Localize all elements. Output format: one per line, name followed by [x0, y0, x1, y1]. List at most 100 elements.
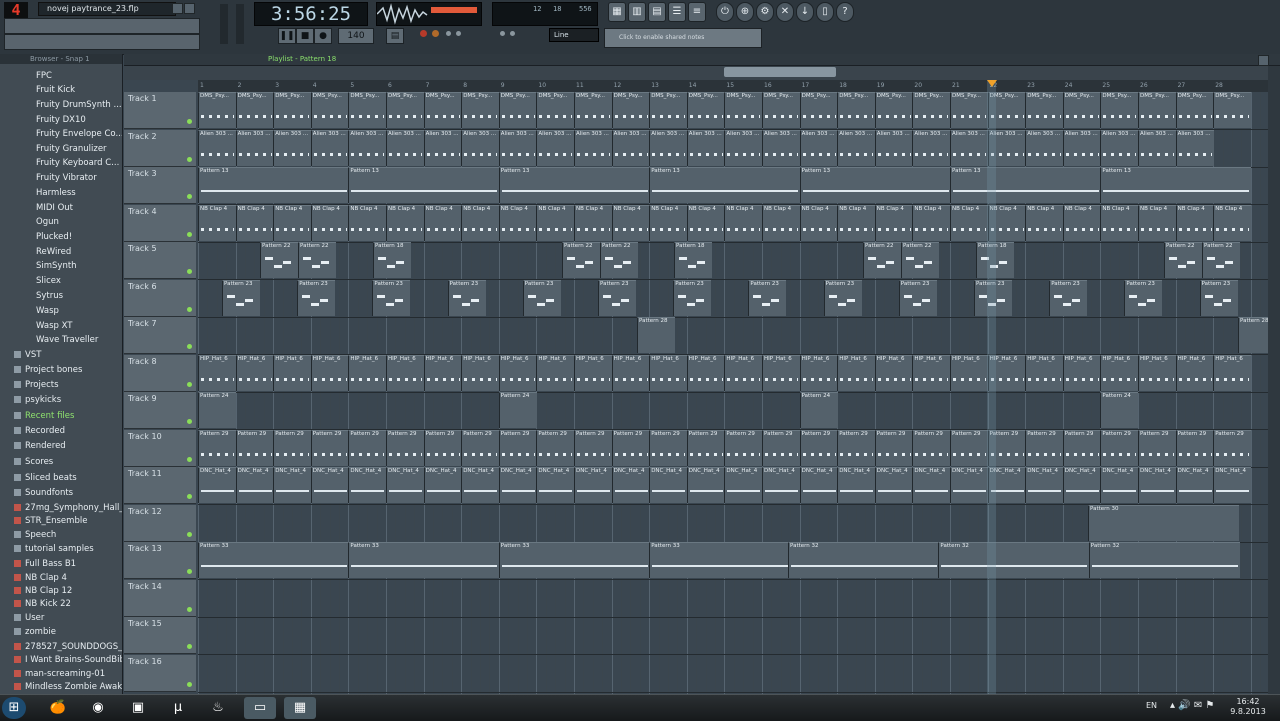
pattern-clip[interactable]: HIP_Hat_6 [273, 354, 312, 391]
browser-item[interactable]: Fruity Granulizer [32, 142, 122, 156]
metronome-led[interactable] [432, 30, 439, 37]
minimize-button[interactable] [172, 3, 183, 14]
pattern-clip[interactable]: NB Clap 4 [386, 204, 424, 241]
pattern-clip[interactable]: Pattern 29 [1062, 429, 1101, 466]
track-mute-led[interactable] [187, 606, 192, 612]
pattern-clip[interactable]: Pattern 13 [498, 167, 650, 203]
track-lane[interactable] [198, 580, 1268, 618]
blend-toggle[interactable] [500, 31, 505, 36]
track-mute-led[interactable] [187, 119, 192, 124]
snap-mode-select[interactable]: Line [549, 28, 599, 42]
pattern-clip[interactable]: Pattern 29 [423, 429, 462, 466]
pattern-clip[interactable]: NB Clap 4 [912, 204, 951, 241]
pattern-clip[interactable]: Alien 303 ... [461, 129, 500, 166]
pattern-number-display[interactable]: 4 [4, 2, 28, 18]
track-mute-led[interactable] [187, 306, 192, 312]
pattern-clip[interactable]: Pattern 29 [874, 429, 913, 466]
pattern-clip[interactable]: HIP_Hat_6 [574, 354, 612, 391]
browser-item[interactable]: zombie [14, 625, 122, 639]
track-header[interactable]: Track 13 [124, 542, 196, 579]
browser-item[interactable]: Fruity DrumSynth ... [32, 98, 122, 112]
song-time-display[interactable]: 3:56:25 [254, 2, 368, 26]
pattern-clip[interactable]: Pattern 29 [310, 429, 349, 466]
pattern-clip[interactable]: DMS_Psy... [649, 92, 688, 128]
shared-notes-panel[interactable]: Click to enable shared notes [604, 28, 762, 48]
pattern-clip[interactable]: Pattern 29 [273, 429, 312, 466]
pattern-clip[interactable]: DNC_Hat_4 [348, 467, 387, 503]
pattern-clip[interactable]: Pattern 29 [686, 429, 725, 466]
pattern-clip[interactable]: Pattern 23 [1124, 279, 1163, 316]
piano-roll-button[interactable]: ▤ [648, 2, 666, 22]
browser-item[interactable]: I Want Brains-SoundBibl... [14, 653, 122, 667]
track-mute-led[interactable] [187, 344, 192, 349]
browser-item[interactable]: Fruity Envelope Co... [32, 127, 122, 141]
track-lane[interactable] [198, 655, 1268, 693]
record-led[interactable] [420, 30, 427, 37]
browser-item[interactable]: User [14, 611, 122, 625]
pattern-clip[interactable]: Pattern 22 [1164, 242, 1202, 278]
pattern-clip[interactable]: Pattern 13 [649, 167, 801, 203]
pattern-clip[interactable]: DNC_Hat_4 [1025, 467, 1064, 503]
pattern-clip[interactable]: Pattern 13 [1100, 167, 1252, 203]
pattern-clip[interactable]: DMS_Psy... [950, 92, 988, 128]
pattern-clip[interactable]: Alien 303 ... [536, 129, 575, 166]
pattern-clip[interactable]: Pattern 29 [799, 429, 838, 466]
track-header[interactable]: Track 12 [124, 504, 196, 542]
browser-item[interactable]: Fruit Kick [32, 83, 122, 97]
playlist-grid[interactable]: DMS_Psy... DMS_Psy... DMS_Psy... DMS_Psy...… [198, 92, 1268, 695]
pattern-clip[interactable]: DMS_Psy... [310, 92, 349, 128]
pattern-clip[interactable]: DMS_Psy... [799, 92, 838, 128]
pattern-clip[interactable]: Pattern 18 [674, 242, 712, 278]
wait-toggle[interactable] [510, 31, 515, 36]
browser-button[interactable]: ☰ [668, 2, 686, 22]
pattern-clip[interactable]: DMS_Psy... [198, 92, 236, 128]
pattern-clip[interactable]: DNC_Hat_4 [724, 467, 763, 503]
pattern-clip[interactable]: HIP_Hat_6 [423, 354, 462, 391]
browser-item[interactable]: Soundfonts [14, 486, 122, 500]
stop-button[interactable]: ■ [296, 28, 314, 44]
pattern-clip[interactable]: Pattern 23 [522, 279, 561, 316]
pattern-clip[interactable]: Pattern 32 [938, 542, 1090, 578]
pattern-clip[interactable]: Pattern 29 [1025, 429, 1064, 466]
tools-icon[interactable]: ✕ [776, 2, 794, 22]
pattern-clip[interactable]: Pattern 22 [1202, 242, 1240, 278]
pattern-clip[interactable]: DMS_Psy... [1025, 92, 1064, 128]
pattern-clip[interactable]: HIP_Hat_6 [724, 354, 763, 391]
pattern-clip[interactable]: Alien 303 ... [498, 129, 537, 166]
pattern-clip[interactable]: DNC_Hat_4 [611, 467, 650, 503]
pattern-clip[interactable]: Pattern 23 [673, 279, 712, 316]
pattern-clip[interactable]: Pattern 29 [574, 429, 612, 466]
pattern-clip[interactable]: Pattern 23 [598, 279, 636, 316]
pattern-clip[interactable]: DNC_Hat_4 [1213, 467, 1252, 503]
pattern-clip[interactable]: Pattern 24 [198, 392, 236, 428]
explorer-icon[interactable]: ▭ [244, 697, 276, 719]
pattern-clip[interactable]: Pattern 32 [1088, 542, 1240, 578]
pattern-clip[interactable]: DMS_Psy... [273, 92, 312, 128]
browser-item[interactable]: Speech [14, 528, 122, 542]
track-header[interactable]: Track 15 [124, 617, 196, 654]
pattern-clip[interactable]: DMS_Psy... [874, 92, 913, 128]
pattern-clip[interactable]: Pattern 29 [912, 429, 951, 466]
song-position-marker[interactable] [987, 80, 997, 87]
pattern-clip[interactable]: HIP_Hat_6 [1025, 354, 1064, 391]
browser-item[interactable]: NB Clap 12 [14, 584, 122, 598]
pattern-clip[interactable]: Pattern 22 [901, 242, 939, 278]
pattern-clip[interactable]: DNC_Hat_4 [912, 467, 951, 503]
language-indicator[interactable]: EN [1146, 701, 1157, 710]
track-mute-led[interactable] [187, 456, 192, 462]
pattern-clip[interactable]: Pattern 13 [348, 167, 500, 203]
track-header[interactable]: Track 14 [124, 579, 196, 617]
pattern-clip[interactable]: HIP_Hat_6 [1138, 354, 1176, 391]
pattern-clip[interactable]: Pattern 32 [788, 542, 939, 578]
close-button[interactable] [184, 3, 195, 14]
pattern-clip[interactable]: NB Clap 4 [536, 204, 575, 241]
pattern-clip[interactable]: Alien 303 ... [574, 129, 612, 166]
pattern-clip[interactable]: Alien 303 ... [611, 129, 650, 166]
pattern-clip[interactable]: Pattern 29 [762, 429, 800, 466]
help-icon[interactable]: ? [836, 2, 854, 22]
browser-item[interactable]: Ogun [32, 215, 122, 229]
pattern-clip[interactable]: DMS_Psy... [498, 92, 537, 128]
track-mute-led[interactable] [187, 381, 192, 387]
chrome-icon[interactable]: ◉ [82, 697, 114, 719]
browser-item[interactable]: tutorial samples [14, 542, 122, 556]
